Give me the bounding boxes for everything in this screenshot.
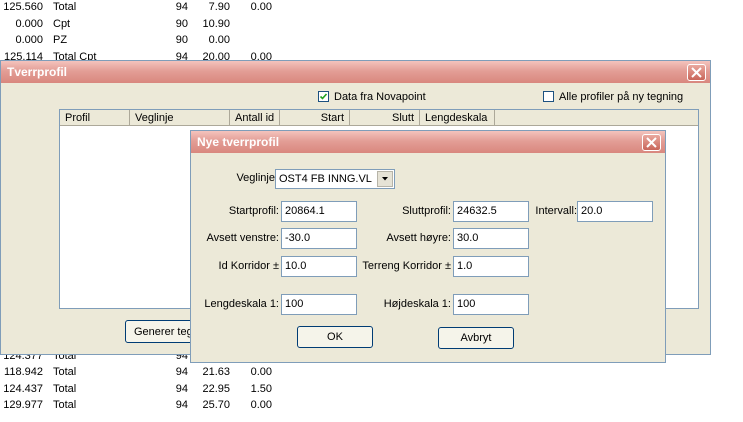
close-icon — [646, 137, 657, 148]
row-name: PZ — [53, 34, 68, 47]
row-a: 7.90 — [208, 1, 230, 13]
nye-tverrprofil-dialog: Nye tverrprofil Veglinje OST4 FB INNG.VL… — [190, 130, 666, 363]
row-a: 0.00 — [208, 34, 230, 47]
close-icon — [691, 67, 702, 78]
row-count: 90 — [175, 34, 188, 47]
startprofil-label: Startprofil: — [228, 205, 279, 217]
column-header-antall-id[interactable]: Antall id — [230, 110, 280, 126]
row-b: 0.00 — [250, 1, 272, 13]
row-b: 1.50 — [250, 382, 272, 395]
terreng-korridor-field[interactable]: 1.0 — [453, 256, 529, 277]
lengdeskala-label: Lengdeskala 1: — [204, 298, 279, 310]
dropdown-button[interactable] — [377, 171, 393, 187]
column-header-lengdeskala[interactable]: Lengdeskala — [420, 110, 495, 126]
sluttprofil-label: Sluttprofil: — [402, 205, 451, 217]
row-value: 125.560 — [3, 1, 43, 13]
row-value: 0.000 — [15, 17, 43, 30]
dialog-close-button[interactable] — [642, 134, 661, 151]
avsett-venstre-field[interactable]: -30.0 — [281, 228, 357, 249]
row-name: Total — [53, 399, 77, 412]
column-header-profil[interactable]: Profil — [60, 110, 130, 126]
row-name: Total — [53, 1, 77, 13]
id-korridor-label: Id Korridor ± — [218, 260, 279, 272]
row-b: 0.00 — [250, 399, 272, 412]
avsett-hoyre-label: Avsett høyre: — [386, 232, 451, 244]
row-a: 25.70 — [202, 399, 230, 412]
row-a: 22.95 — [202, 382, 230, 395]
hoydeskala-field[interactable]: 100 — [453, 294, 529, 315]
lengdeskala-field[interactable]: 100 — [281, 294, 357, 315]
dialog-titlebar[interactable]: Nye tverrprofil — [191, 131, 665, 153]
row-name: Cpt — [53, 17, 71, 30]
data-fra-novapoint-checkbox[interactable] — [318, 91, 329, 102]
row-value: 118.942 — [4, 366, 43, 379]
row-count: 90 — [175, 17, 188, 30]
chevron-down-icon — [382, 177, 388, 181]
veglinje-label: Veglinje — [236, 172, 275, 184]
intervall-field[interactable]: 20.0 — [577, 201, 653, 222]
avbryt-button[interactable]: Avbryt — [438, 327, 514, 349]
row-value: 129.977 — [3, 399, 43, 412]
column-header-start[interactable]: Start — [280, 110, 350, 126]
intervall-label: Intervall: — [535, 205, 577, 217]
hoydeskala-label: Højdeskala 1: — [383, 298, 451, 310]
startprofil-field[interactable]: 20864.1 — [281, 201, 357, 222]
row-count: 94 — [175, 399, 188, 412]
avsett-hoyre-field[interactable]: 30.0 — [453, 228, 529, 249]
row-count: 94 — [175, 382, 188, 395]
avsett-venstre-label: Avsett venstre: — [206, 232, 279, 244]
row-count: 94 — [175, 1, 188, 13]
id-korridor-field[interactable]: 10.0 — [281, 256, 357, 277]
column-header-slutt[interactable]: Slutt — [350, 110, 420, 126]
dialog-title: Nye tverrprofil — [197, 135, 280, 149]
row-a: 21.63 — [202, 366, 230, 379]
row-name: Total — [53, 366, 77, 379]
tverrprofil-titlebar[interactable]: Tverrprofil — [1, 61, 710, 83]
row-name: Total — [53, 382, 77, 395]
data-fra-novapoint-label: Data fra Novapoint — [334, 91, 426, 103]
row-a: 10.90 — [202, 17, 230, 30]
row-value: 0.000 — [15, 34, 43, 47]
row-value: 124.437 — [3, 382, 43, 395]
checkmark-icon — [319, 93, 328, 100]
terreng-korridor-label: Terreng Korridor ± — [362, 260, 451, 272]
row-b: 0.00 — [250, 366, 272, 379]
sluttprofil-field[interactable]: 24632.5 — [453, 201, 529, 222]
veglinje-select[interactable]: OST4 FB INNG.VL — [275, 169, 395, 189]
ok-button[interactable]: OK — [297, 326, 373, 348]
veglinje-value: OST4 FB INNG.VL — [279, 173, 372, 185]
alle-profiler-label: Alle profiler på ny tegning — [559, 91, 684, 103]
tverrprofil-title: Tverrprofil — [7, 65, 68, 79]
column-header-filler — [495, 110, 698, 126]
alle-profiler-checkbox[interactable] — [543, 91, 554, 102]
tverrprofil-close-button[interactable] — [687, 64, 706, 81]
row-count: 94 — [175, 366, 188, 379]
column-header-veglinje[interactable]: Veglinje — [130, 110, 230, 126]
